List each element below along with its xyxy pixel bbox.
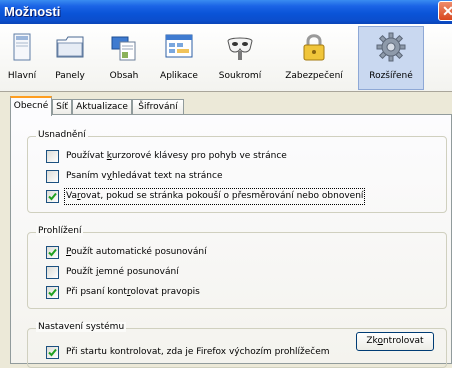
toolbar-label: Obsah [109,71,139,81]
window-title: Možnosti [4,4,61,19]
group-accessibility: Usnadnění Používat kurzorové klávesy pro… [27,130,447,213]
group-browsing: Prohlížení Použít automatické posunování… [27,226,447,309]
group-legend: Prohlížení [36,226,84,236]
toolbar-button-applications[interactable]: Aplikace [150,26,208,90]
tab-encryption[interactable]: Šifrování [132,99,184,115]
content-document-icon [111,36,136,61]
toolbar-label: Panely [55,71,85,81]
tab-panel-general: Usnadnění Používat kurzorové klávesy pro… [10,114,452,368]
main-window-icon [13,33,31,61]
applications-icon [165,34,193,58]
privacy-mask-icon [227,37,253,60]
option-label: Použít automatické posunování [66,247,207,257]
toolbar-button-advanced[interactable]: Rozšířené [358,26,424,90]
checkbox[interactable] [46,170,59,183]
check-icon [48,348,57,357]
checkbox-checked[interactable] [46,246,59,259]
option-label: Psaním vyhledávat text na stránce [66,171,223,181]
option-label: Použít jemné posunování [66,267,179,277]
toolbar-label: Hlavní [7,71,37,81]
option-label: Při startu kontrolovat, zda je Firefox v… [66,347,330,357]
checkbox[interactable] [46,266,59,279]
title-bar[interactable]: Možnosti ✕ [0,0,452,24]
advanced-gear-icon [376,32,406,62]
toolbar-button-tabs[interactable]: Panely [42,26,98,90]
option-label: Při psaní kontrolovat pravopis [66,287,200,297]
option-label: Varovat, pokud se stránka pokouší o přes… [63,188,366,205]
tab-label: Obecné [13,101,49,111]
tab-label: Aktualizace [76,102,128,112]
toolbar-button-privacy[interactable]: Soukromí [208,26,272,90]
checkbox-checked[interactable] [46,190,59,203]
tab-label: Šifrování [138,102,178,112]
toolbar-label: Zabezpečení [285,71,343,81]
toolbar-button-content[interactable]: Obsah [98,26,150,90]
check-now-button[interactable]: Zkontrolovat [356,332,434,351]
toolbar-label: Aplikace [160,71,198,81]
toolbar-button-security[interactable]: Zabezpečení [272,26,356,90]
close-icon: ✕ [442,3,452,19]
tab-label: Síť [56,102,68,112]
checkbox-checked[interactable] [46,286,59,299]
tab-network[interactable]: Síť [52,99,72,115]
check-icon [48,288,57,297]
checkbox-checked[interactable] [46,346,59,359]
preferences-toolbar: Hlavní Panely Obsah Aplikace Soukromí Za… [0,24,452,92]
tab-updates[interactable]: Aktualizace [72,99,132,115]
tab-general[interactable]: Obecné [10,96,52,116]
check-icon [48,192,57,201]
checkbox[interactable] [46,150,59,163]
option-label: Používat kurzorové klávesy pro pohyb ve … [66,151,287,161]
check-icon [48,248,57,257]
group-legend: Nastavení systému [36,322,127,332]
security-lock-icon [303,34,325,61]
close-button[interactable]: ✕ [438,1,452,21]
group-legend: Usnadnění [36,130,88,140]
toolbar-label: Rozšířené [369,71,413,81]
tabs-folder-icon [56,36,84,58]
group-system-defaults: Nastavení systému Při startu kontrolovat… [27,322,447,368]
toolbar-label: Soukromí [218,71,262,81]
toolbar-button-main[interactable]: Hlavní [2,26,42,90]
